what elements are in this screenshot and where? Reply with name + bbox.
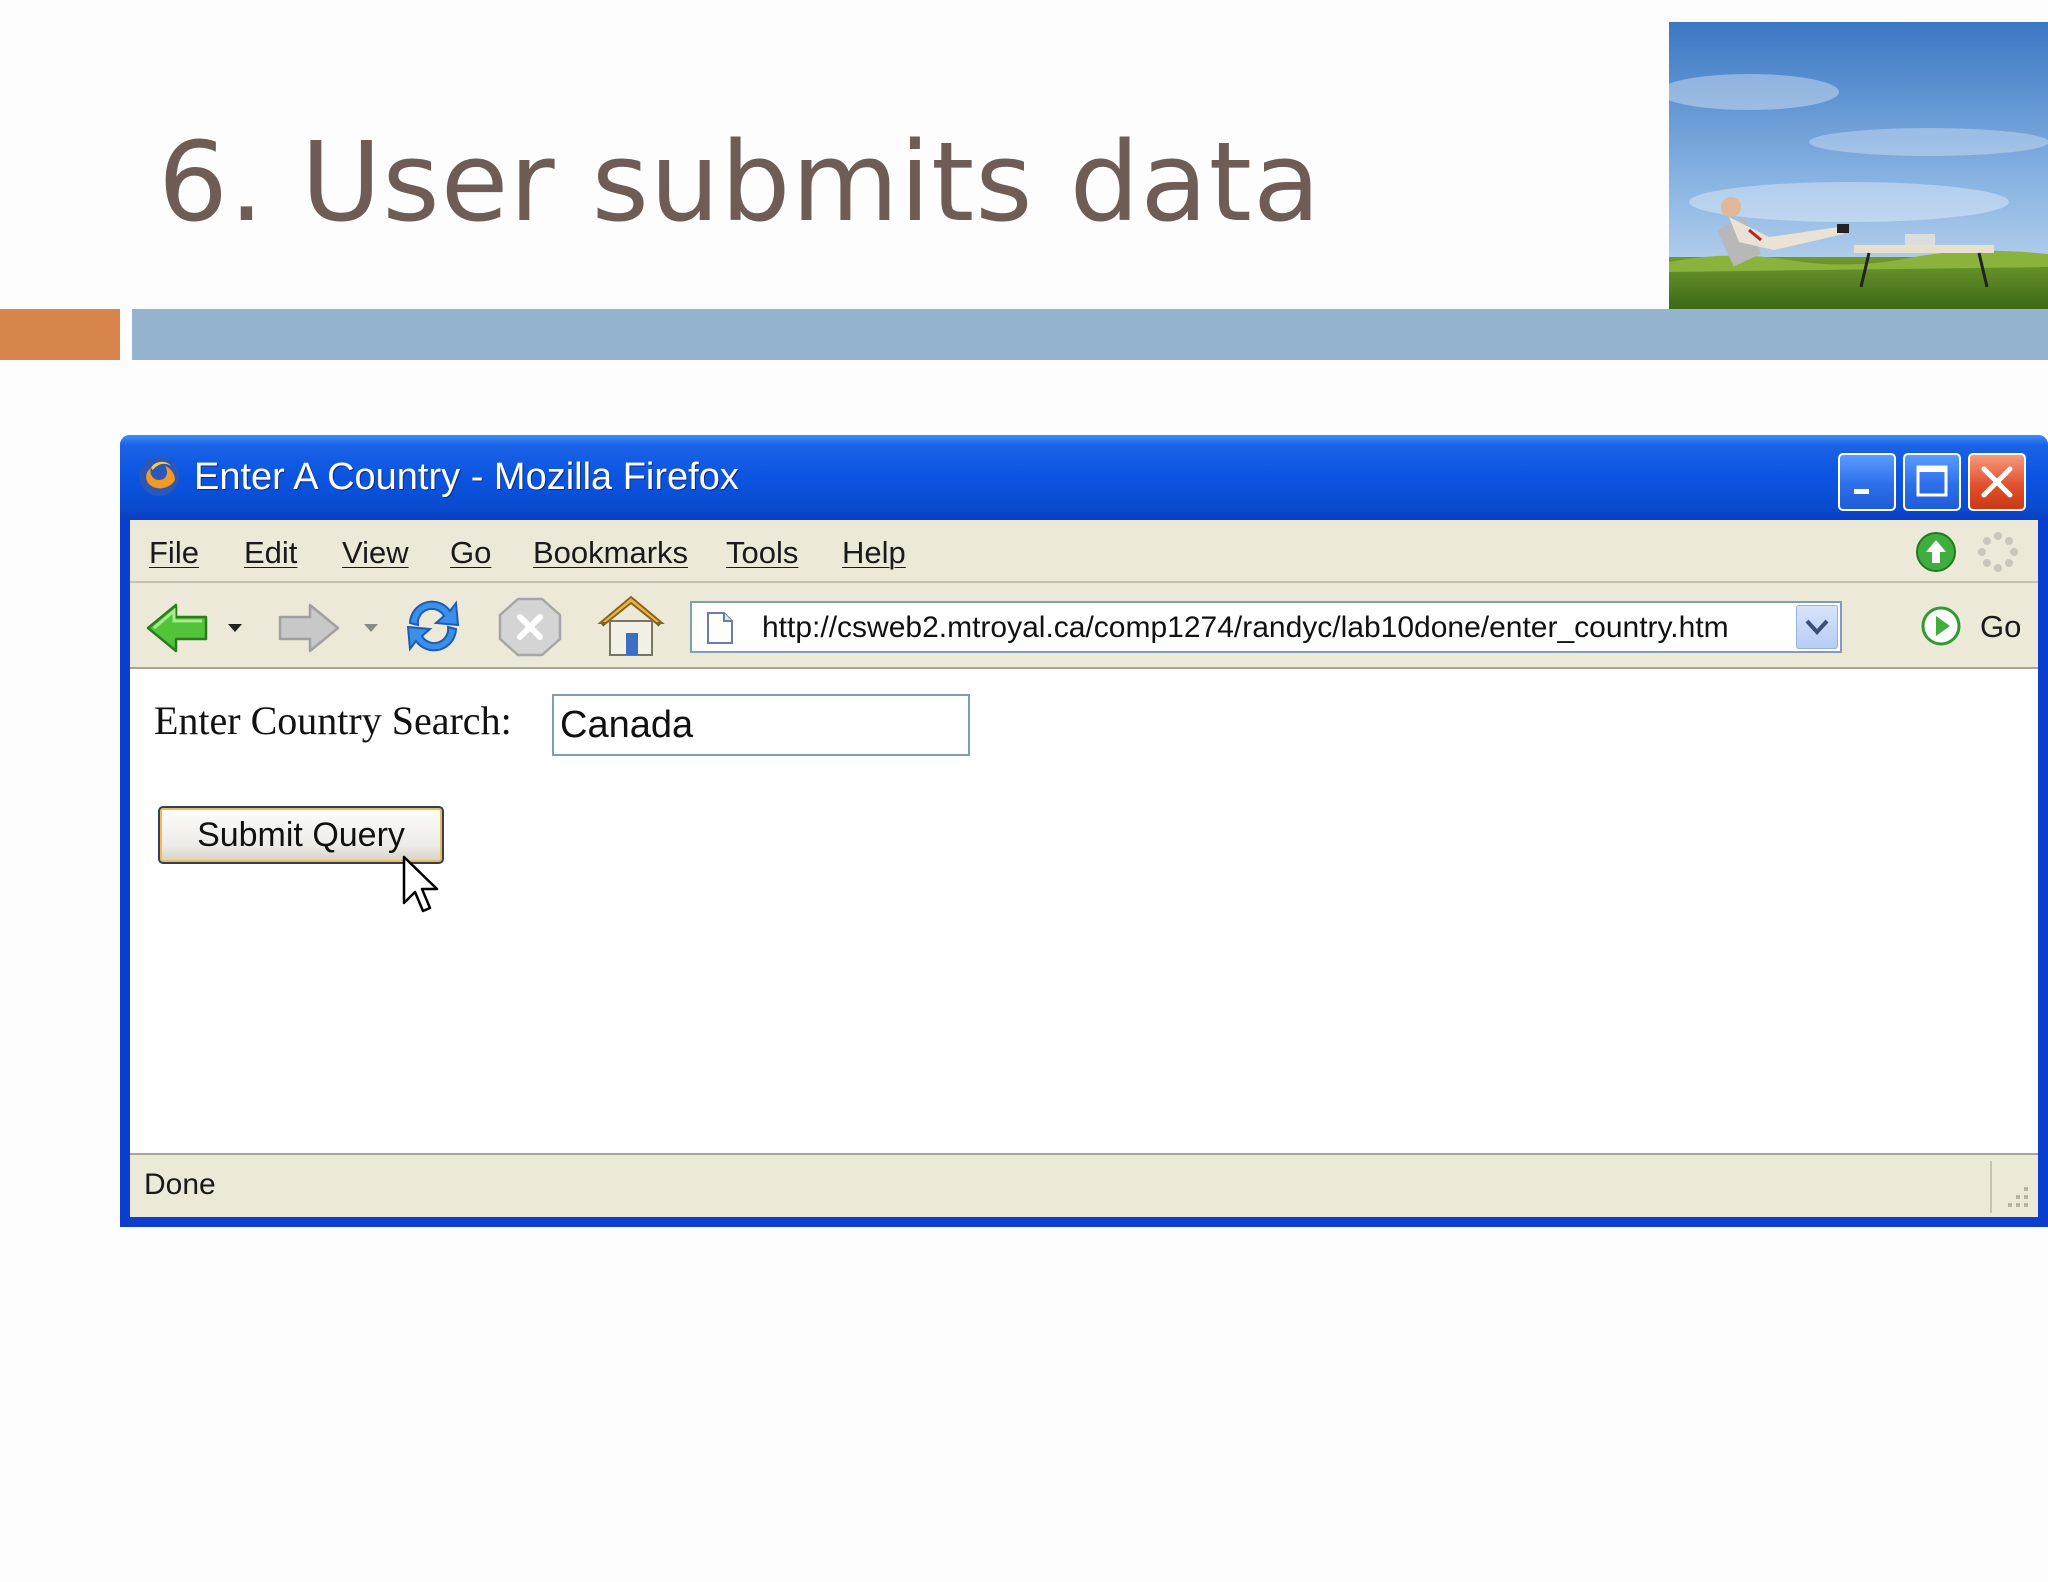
page-icon [707,612,733,644]
forward-icon[interactable] [276,601,342,655]
window-title: Enter A Country - Mozilla Firefox [194,456,739,498]
chevron-down-icon [1805,619,1829,635]
minimize-icon [1854,489,1869,494]
status-text: Done [144,1168,216,1201]
go-button-label[interactable]: Go [1980,609,2021,645]
decorative-photo [1669,22,2048,309]
accent-bar-blue [132,309,2048,360]
maximize-icon [1916,465,1948,497]
back-icon[interactable] [144,601,210,655]
mouse-cursor-icon [402,855,439,913]
home-icon[interactable] [596,593,666,659]
address-dropdown-button[interactable] [1796,605,1838,649]
forward-dropdown-arrow-icon[interactable] [362,621,380,635]
firefox-logo-icon [139,456,179,496]
menu-go[interactable]: Go [450,535,491,571]
menu-bookmarks[interactable]: Bookmarks [533,535,688,571]
browser-window: Enter A Country - Mozilla Firefox File E… [120,435,2048,1227]
country-search-input[interactable] [552,694,970,756]
menu-edit[interactable]: Edit [244,535,297,571]
status-bar: Done [130,1153,2038,1217]
update-available-icon[interactable] [1914,530,1958,574]
address-bar[interactable]: http://csweb2.mtroyal.ca/comp1274/randyc… [690,601,1842,653]
menu-tools[interactable]: Tools [726,535,798,571]
status-divider [1990,1161,1992,1213]
stop-icon[interactable] [498,597,562,657]
go-icon[interactable] [1920,605,1962,647]
slide-title: 6. User submits data [158,118,1322,246]
accent-bar-orange [0,309,120,360]
url-text[interactable]: http://csweb2.mtroyal.ca/comp1274/randyc… [762,609,1729,647]
navigation-toolbar: http://csweb2.mtroyal.ca/comp1274/randyc… [130,583,2038,669]
back-dropdown-arrow-icon[interactable] [226,621,244,635]
close-button[interactable] [1968,453,2026,511]
throbber-icon [1978,532,2018,572]
reload-icon[interactable] [400,595,466,657]
country-search-label: Enter Country Search: [154,698,512,743]
menu-bar: File Edit View Go Bookmarks Tools Help [130,520,2038,583]
window-titlebar[interactable]: Enter A Country - Mozilla Firefox [120,435,2048,520]
minimize-button[interactable] [1838,453,1896,511]
maximize-button[interactable] [1903,453,1961,511]
menu-file[interactable]: File [149,535,199,571]
menu-view[interactable]: View [342,535,409,571]
resize-grip-icon[interactable] [2002,1181,2032,1211]
menu-help[interactable]: Help [842,535,906,571]
close-icon [1981,466,2013,498]
